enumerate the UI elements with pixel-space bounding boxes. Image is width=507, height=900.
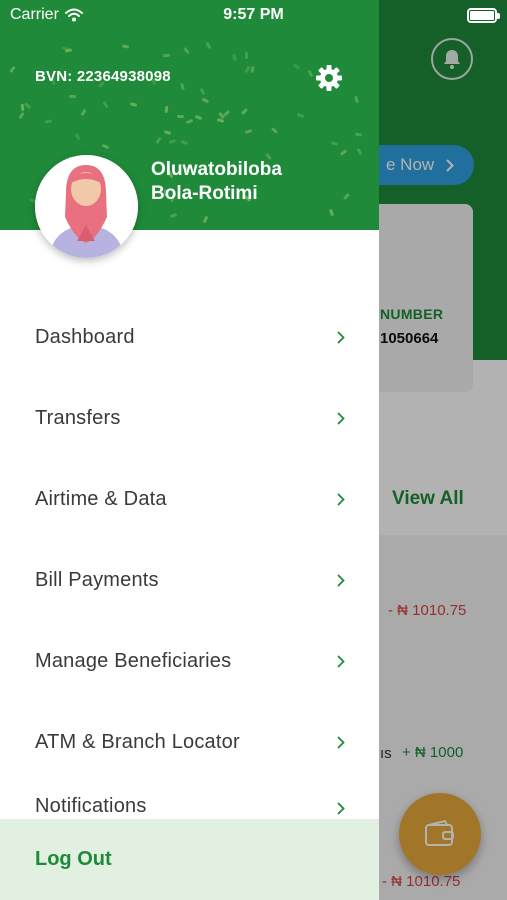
- leaf-decoration: [102, 100, 109, 109]
- leaf-decoration: [162, 53, 171, 58]
- leaf-decoration: [68, 94, 77, 99]
- leaf-decoration: [74, 132, 81, 141]
- drawer-menu: Dashboard Transfers Airtime & Data Bill …: [0, 297, 379, 833]
- leaf-decoration: [250, 65, 255, 74]
- menu-item-atm-branch-locator[interactable]: ATM & Branch Locator: [0, 702, 379, 783]
- leaf-decoration: [199, 87, 206, 96]
- bvn-label: BVN: 22364938098: [35, 68, 171, 85]
- menu-item-airtime-data[interactable]: Airtime & Data: [0, 459, 379, 540]
- leaf-decoration: [244, 129, 253, 134]
- chevron-right-icon: [337, 736, 347, 750]
- leaf-decoration: [330, 141, 339, 146]
- leaf-decoration: [194, 114, 203, 121]
- menu-item-label: Transfers: [35, 407, 121, 429]
- leaf-decoration: [292, 63, 301, 70]
- avatar[interactable]: [35, 155, 138, 258]
- leaf-decoration: [202, 215, 209, 224]
- leaf-decoration: [18, 111, 25, 120]
- chevron-right-icon: [337, 412, 347, 426]
- menu-item-label: Notifications: [35, 795, 147, 817]
- leaf-decoration: [201, 97, 210, 104]
- battery-icon: [467, 8, 500, 23]
- leaf-decoration: [80, 108, 87, 117]
- leaf-decoration: [129, 102, 138, 107]
- leaf-decoration: [328, 208, 335, 217]
- leaf-decoration: [205, 41, 212, 50]
- status-time: 9:57 PM: [223, 6, 284, 23]
- chevron-right-icon: [337, 574, 347, 588]
- settings-button[interactable]: [312, 61, 346, 95]
- chevron-right-icon: [337, 331, 347, 345]
- leaf-decoration: [270, 127, 279, 134]
- leaf-decoration: [222, 110, 231, 117]
- leaf-decoration: [185, 118, 194, 125]
- leaf-decoration: [240, 107, 249, 116]
- user-first-name: Oluwatobiloba: [151, 159, 282, 180]
- leaf-decoration: [179, 82, 186, 91]
- navigation-drawer: BVN: 22364938098 Oluwatobiloba Bola-Roti…: [0, 0, 379, 900]
- chevron-right-icon: [337, 801, 347, 815]
- leaf-decoration: [176, 114, 185, 119]
- leaf-decoration: [168, 138, 177, 145]
- user-last-name: Bola-Rotimi: [151, 183, 258, 204]
- leaf-decoration: [44, 119, 53, 124]
- chevron-right-icon: [337, 655, 347, 669]
- leaf-decoration: [339, 149, 348, 156]
- leaf-decoration: [296, 113, 305, 118]
- leaf-decoration: [232, 53, 237, 62]
- menu-item-manage-beneficiaries[interactable]: Manage Beneficiaries: [0, 621, 379, 702]
- logout-label: Log Out: [35, 848, 112, 870]
- chevron-right-icon: [337, 493, 347, 507]
- leaf-decoration: [20, 103, 25, 112]
- leaf-decoration: [245, 52, 248, 59]
- menu-item-bill-payments[interactable]: Bill Payments: [0, 540, 379, 621]
- menu-item-label: Dashboard: [35, 326, 135, 348]
- menu-item-label: Airtime & Data: [35, 488, 167, 510]
- leaf-decoration: [155, 136, 162, 145]
- leaf-decoration: [9, 65, 16, 74]
- leaf-decoration: [61, 46, 70, 51]
- leaf-decoration: [23, 102, 32, 109]
- menu-item-transfers[interactable]: Transfers: [0, 378, 379, 459]
- leaf-decoration: [164, 105, 169, 114]
- leaf-decoration: [216, 118, 225, 123]
- menu-item-label: Bill Payments: [35, 569, 159, 591]
- leaf-decoration: [121, 44, 130, 49]
- leaf-decoration: [354, 95, 359, 104]
- menu-item-label: ATM & Branch Locator: [35, 731, 240, 753]
- status-bar: Carrier 9:57 PM: [0, 0, 507, 30]
- leaf-decoration: [354, 132, 363, 137]
- logout-button[interactable]: Log Out: [0, 819, 379, 900]
- leaf-decoration: [163, 130, 172, 135]
- user-avatar-illustration: [35, 155, 138, 258]
- leaf-decoration: [101, 143, 110, 150]
- gear-icon: [316, 65, 342, 91]
- user-name: Oluwatobiloba Bola-Rotimi: [151, 158, 351, 206]
- leaf-decoration: [180, 139, 189, 146]
- leaf-decoration: [169, 212, 178, 219]
- leaf-decoration: [356, 147, 363, 156]
- menu-item-label: Manage Beneficiaries: [35, 650, 232, 672]
- leaf-decoration: [183, 46, 190, 55]
- menu-item-dashboard[interactable]: Dashboard: [0, 297, 379, 378]
